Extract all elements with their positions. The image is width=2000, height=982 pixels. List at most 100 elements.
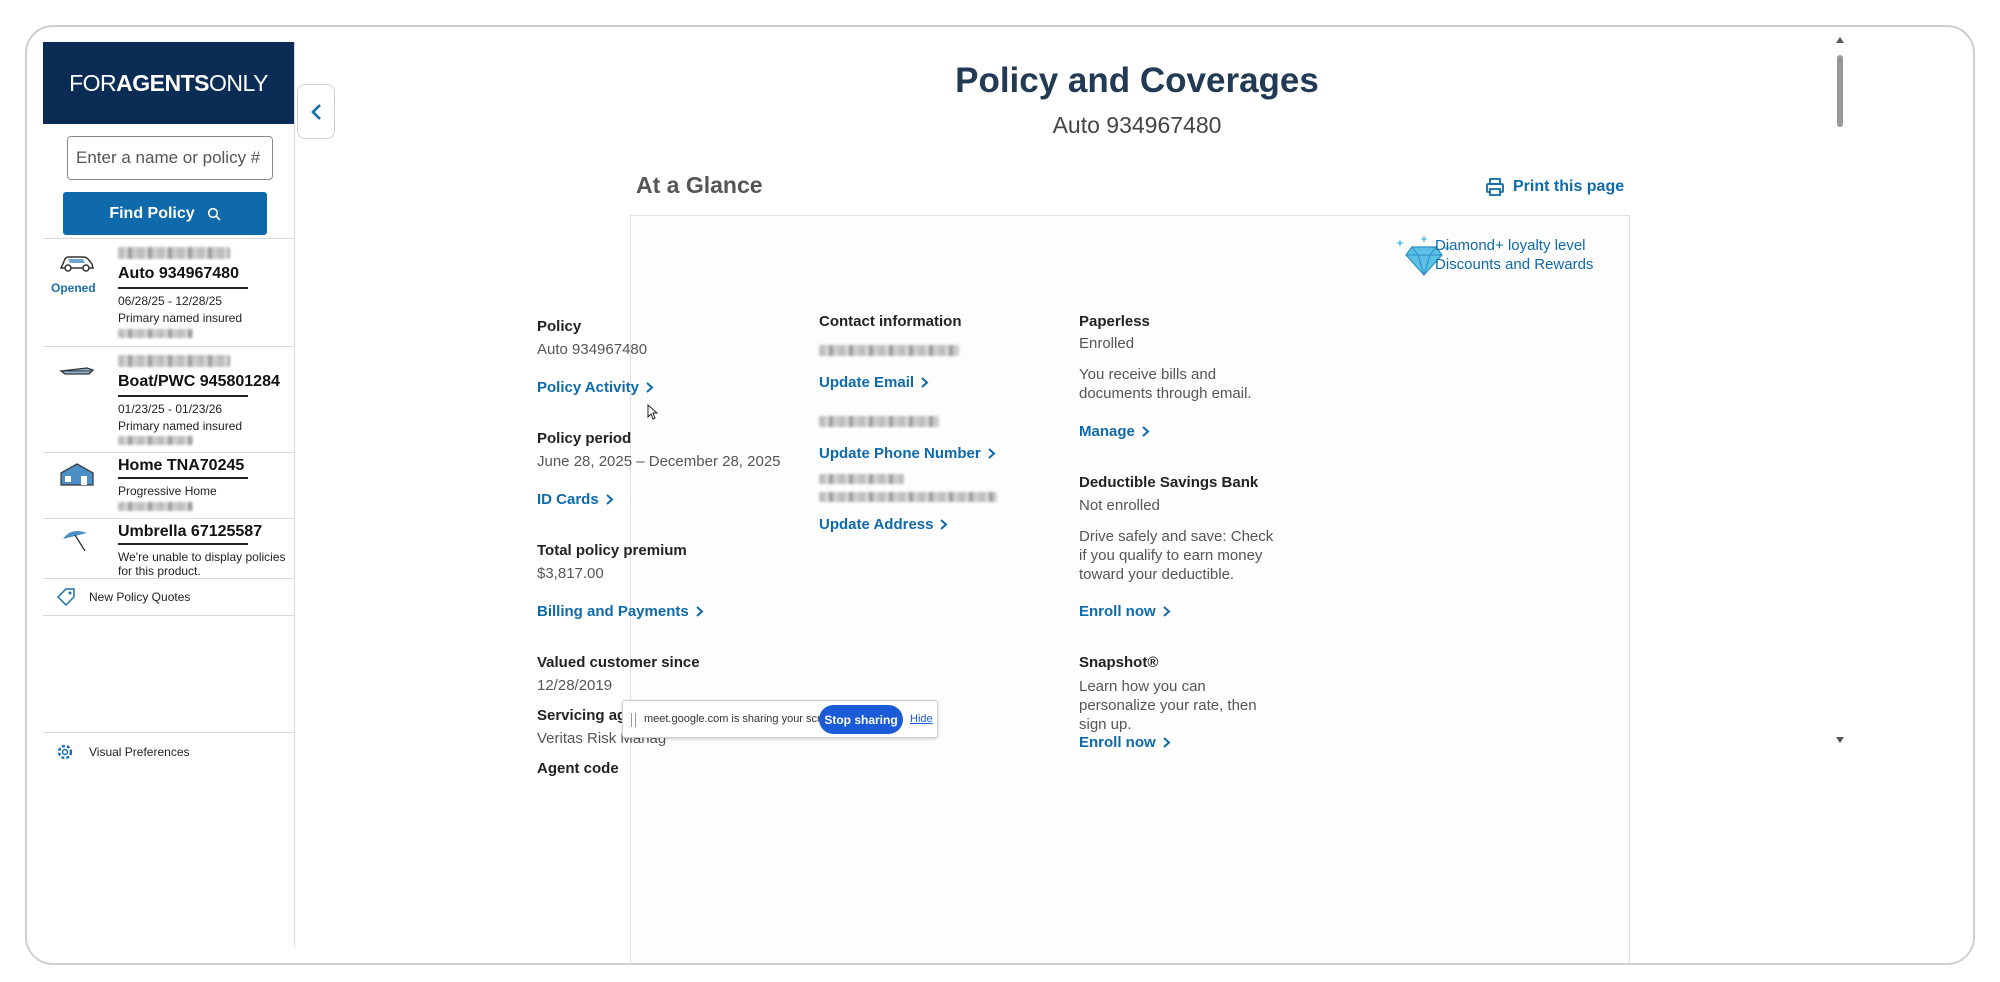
chevron-left-icon [311,103,321,120]
loyalty-link[interactable]: Diamond+ loyalty level Discounts and Rew… [1435,236,1593,274]
billing-payments-label: Billing and Payments [537,603,689,620]
policy-title: Auto 934967480 [118,265,239,282]
loyalty-rewards: Discounts and Rewards [1435,256,1594,273]
policy-activity-label: Policy Activity [537,379,639,396]
logo-part2: AGENTS [116,69,209,96]
chevron-right-icon [988,448,996,459]
printer-icon [1486,178,1504,196]
hide-share-bar-link[interactable]: Hide [910,713,933,725]
opened-status: Opened [51,281,96,295]
divider [118,477,248,479]
stop-sharing-button[interactable]: Stop sharing [819,705,903,734]
policy-title: Home TNA70245 [118,457,245,474]
brand-logo[interactable]: FOR AGENTS ONLY [43,42,294,124]
enroll-now-label: Enroll now [1079,734,1156,751]
page-subtitle: Auto 934967480 [1052,112,1222,138]
chevron-right-icon [921,377,929,388]
policy-dates: 06/28/25 - 12/28/25 [118,294,223,308]
boat-icon [59,367,95,375]
visual-preferences-link[interactable]: Visual Preferences [43,732,295,770]
paperless-label: Paperless [1079,313,1150,330]
update-phone-label: Update Phone Number [819,445,981,462]
policy-period-value: June 28, 2025 – December 28, 2025 [537,453,781,470]
page-title: Policy and Coverages [955,61,1319,100]
paperless-description: You receive bills and documents through … [1079,366,1252,402]
search-icon [207,207,221,221]
redacted-address-line1 [819,474,904,484]
screen-share-bar: meet.google.com is sharing your screen. … [622,700,938,738]
redacted-name [118,247,230,259]
chevron-right-icon [1163,737,1171,748]
policy-period-label: Policy period [537,430,632,447]
update-email-link[interactable]: Update Email [819,374,929,391]
new-policy-quotes-link[interactable]: New Policy Quotes [43,578,295,616]
main-content: Policy and Coverages Auto 934967480 At a… [327,27,1947,963]
sidebar: FORAGENTSONLY Find Policy Opened Auto 93… [43,42,295,947]
policy-item-home[interactable]: Home TNA70245 Progressive Home [43,452,295,518]
enroll-now-label: Enroll now [1079,603,1156,620]
scrollbar-thumb[interactable] [1837,55,1843,127]
drag-handle[interactable] [631,713,636,727]
redacted-name [118,355,230,367]
update-phone-link[interactable]: Update Phone Number [819,445,996,462]
deductible-bank-label: Deductible Savings Bank [1079,474,1259,491]
scroll-down-arrow[interactable] [1836,737,1844,743]
chevron-right-icon [646,382,654,393]
manage-label: Manage [1079,423,1135,440]
vertical-scrollbar[interactable] [1834,37,1846,957]
mouse-cursor-icon [647,404,659,420]
logo-part3: ONLY [208,69,268,96]
agent-code-label: Agent code [537,760,619,777]
tag-icon [56,588,75,607]
premium-value: $3,817.00 [537,565,604,582]
policy-activity-link[interactable]: Policy Activity [537,379,654,396]
deductible-bank-description: Drive safely and save: Check if you qual… [1079,528,1274,583]
policy-search-input[interactable] [67,136,273,180]
customer-since-value: 12/28/2019 [537,677,613,694]
chevron-right-icon [940,519,948,530]
chevron-right-icon [1142,426,1150,437]
redacted-detail [118,502,193,511]
divider [118,543,248,545]
section-heading: At a Glance [636,172,763,198]
chevron-right-icon [606,494,614,505]
house-icon [60,463,94,486]
enroll-now-snapshot-link[interactable]: Enroll now [1079,734,1171,751]
redacted-detail [118,436,193,445]
enroll-now-dsb-link[interactable]: Enroll now [1079,603,1171,620]
premium-label: Total policy premium [537,542,687,559]
policy-role: Primary named insured [118,419,243,433]
policy-title: Umbrella 67125587 [118,523,263,540]
stop-sharing-label: Stop sharing [824,712,898,727]
update-address-label: Update Address [819,516,934,533]
redacted-address-line2 [819,492,997,502]
snapshot-description: Learn how you can personalize your rate,… [1079,678,1257,733]
loyalty-level: Diamond+ loyalty level [1435,237,1586,254]
policy-dates: 01/23/25 - 01/23/26 [118,402,223,416]
policy-title: Boat/PWC 945801284 [118,373,280,390]
redacted-email [819,345,959,356]
billing-payments-link[interactable]: Billing and Payments [537,603,704,620]
print-page-link[interactable]: Print this page [1485,177,1624,197]
policy-role: Primary named insured [118,311,243,325]
deductible-bank-value: Not enrolled [1079,497,1160,514]
gear-icon [57,744,73,759]
logo-part1: FOR [69,69,117,96]
policy-item-auto[interactable]: Opened Auto 934967480 06/28/25 - 12/28/2… [43,238,295,346]
find-policy-label: Find Policy [109,204,195,222]
new-policy-quotes-label: New Policy Quotes [89,590,191,604]
browser-window: FORAGENTSONLY Find Policy Opened Auto 93… [25,25,1975,965]
id-cards-link[interactable]: ID Cards [537,491,614,508]
scroll-up-arrow[interactable] [1836,37,1844,43]
car-icon [59,256,94,272]
id-cards-label: ID Cards [537,491,599,508]
manage-link[interactable]: Manage [1079,423,1150,440]
customer-since-label: Valued customer since [537,654,700,671]
policy-item-umbrella[interactable]: Umbrella 67125587 We're unable to displa… [43,518,295,578]
find-policy-button[interactable]: Find Policy [63,192,267,235]
policy-note: We're unable to display policies for thi… [118,550,286,578]
policy-item-boat[interactable]: Boat/PWC 945801284 01/23/25 - 01/23/26 P… [43,346,295,452]
update-address-link[interactable]: Update Address [819,516,948,533]
visual-preferences-label: Visual Preferences [89,744,190,759]
policy-label: Policy [537,318,582,335]
